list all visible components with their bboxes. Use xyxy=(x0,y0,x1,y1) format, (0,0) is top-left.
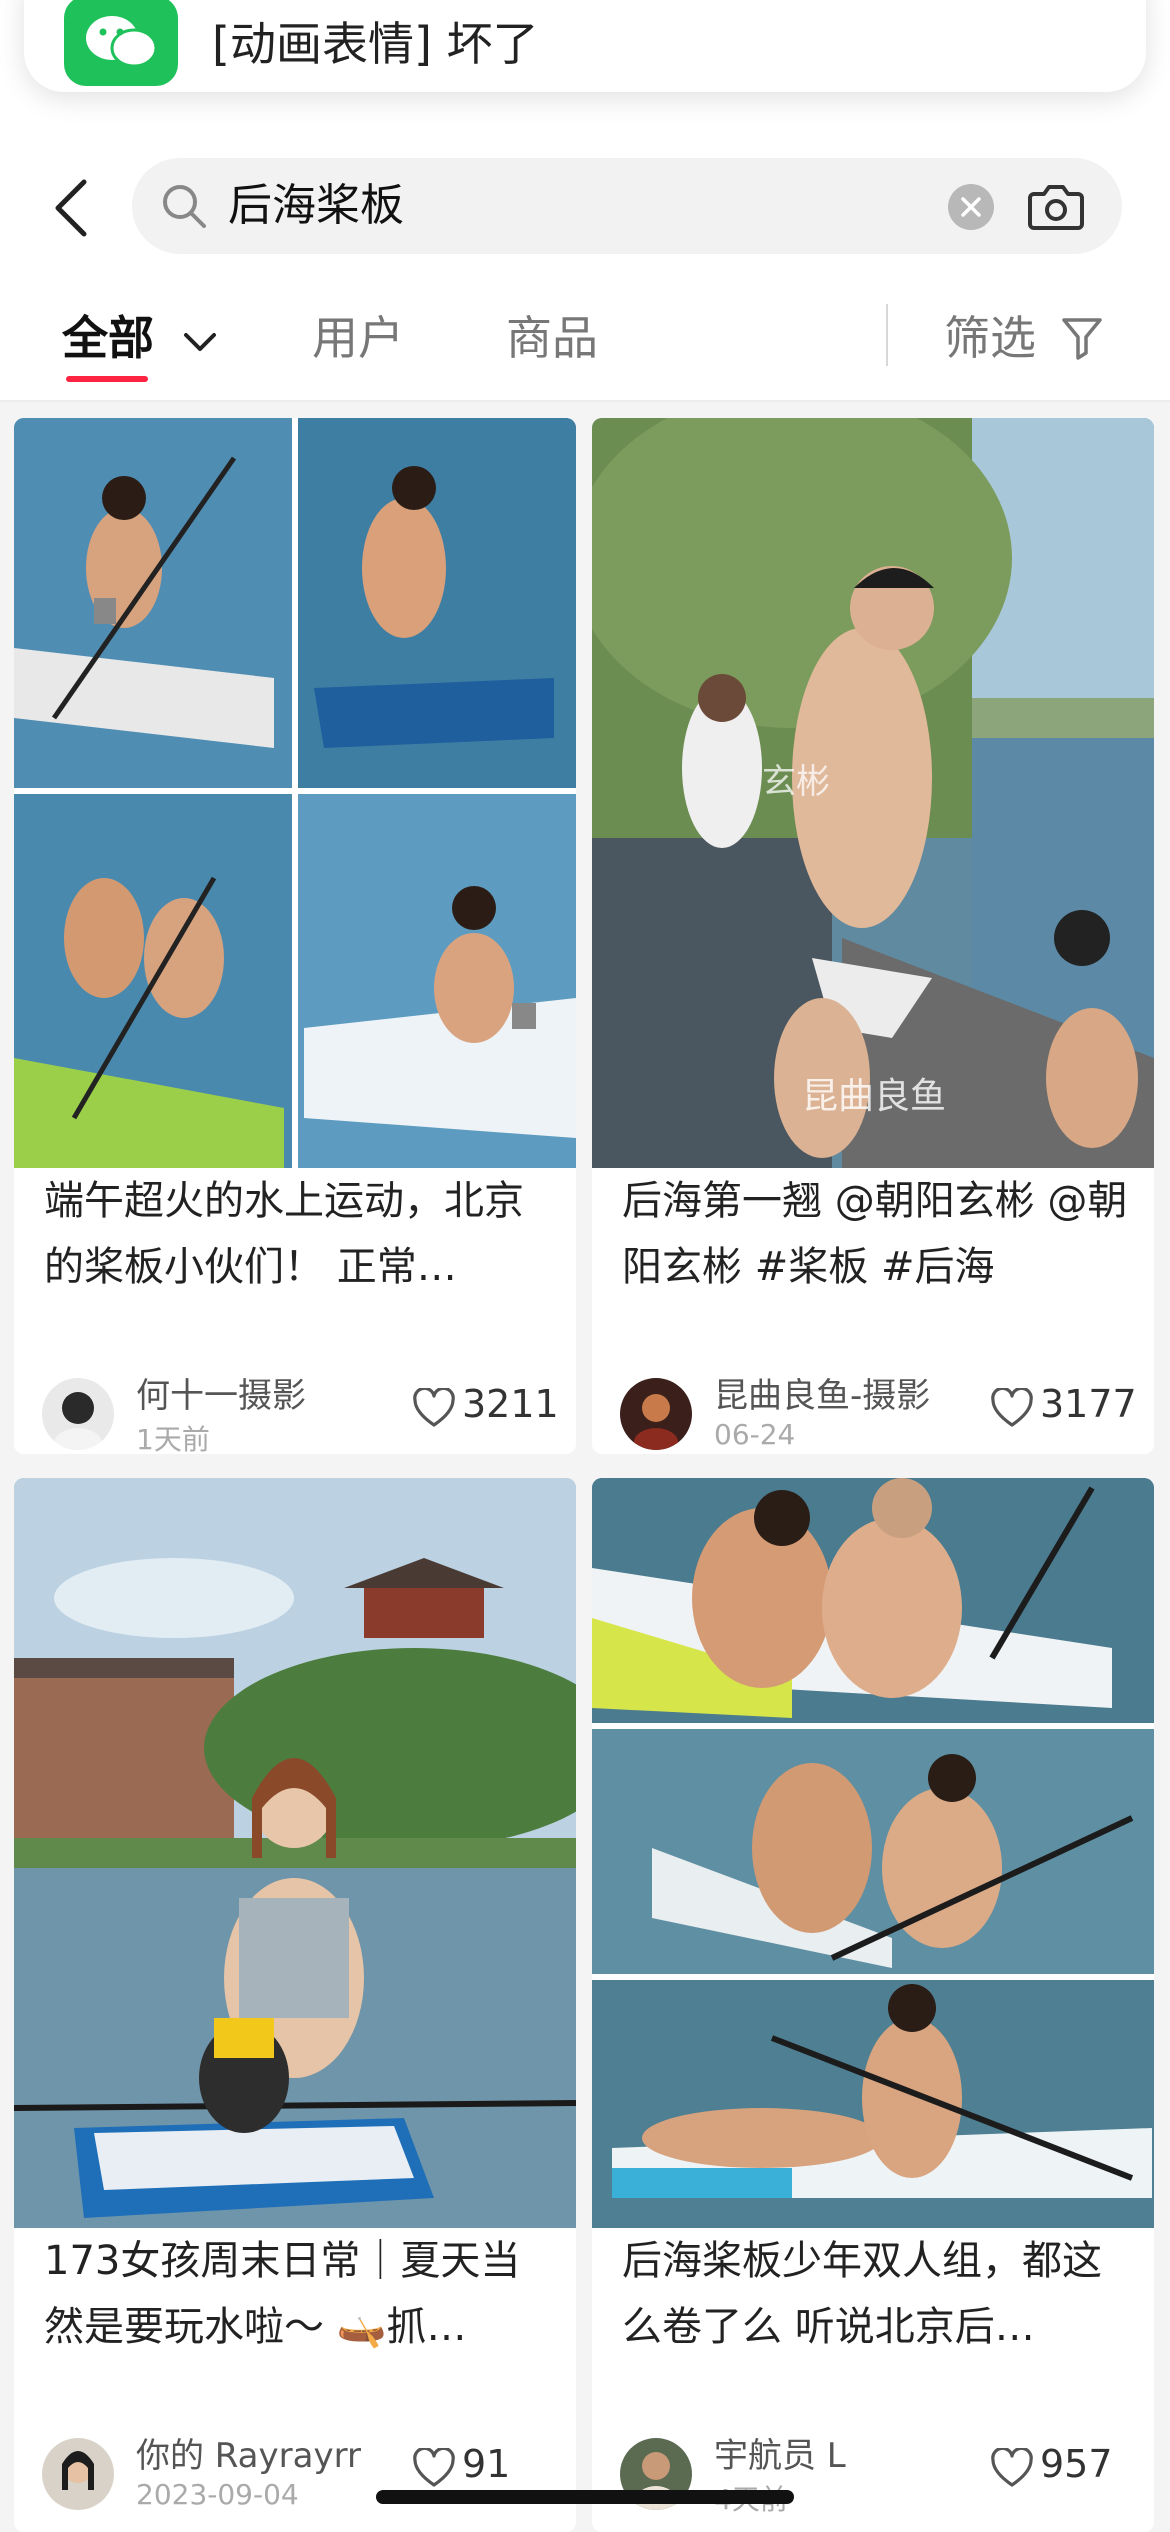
back-button[interactable] xyxy=(46,168,96,248)
post-cover-image[interactable] xyxy=(14,1478,576,2228)
post-title: 端午超火的水上运动，北京的桨板小伙们！ 正常… xyxy=(44,1178,524,1290)
tab-all[interactable]: 全部 xyxy=(62,308,218,368)
clear-button[interactable] xyxy=(948,184,994,230)
like-count: 3211 xyxy=(462,1382,559,1426)
post-author[interactable]: 你的 Rayrayrr xyxy=(136,2428,361,2477)
avatar[interactable] xyxy=(42,2438,114,2510)
notification-banner[interactable]: [动画表情] 坏了 xyxy=(24,0,1146,92)
watermark-text: 玄彬 xyxy=(762,762,830,802)
like-count: 3177 xyxy=(1040,1382,1137,1426)
heart-icon[interactable] xyxy=(412,2448,456,2488)
post-title: 173女孩周末日常｜夏天当然是要玩水啦～ 🛶抓… xyxy=(44,2238,521,2350)
active-tab-indicator xyxy=(66,376,148,382)
wechat-icon xyxy=(64,0,178,86)
search-icon xyxy=(163,185,206,228)
notification-message: [动画表情] 坏了 xyxy=(212,17,539,71)
post-title: 后海桨板少年双人组，都这么卷了么 听说北京后… xyxy=(622,2238,1102,2350)
post-date: 06-24 xyxy=(714,1418,796,1451)
watermark-text: 昆曲良鱼 xyxy=(802,1076,946,1117)
post-card[interactable]: 173女孩周末日常｜夏天当然是要玩水啦～ 🛶抓… 你的 Rayrayrr 202… xyxy=(14,1478,576,2532)
search-tabs: 全部 用户 商品 筛选 xyxy=(0,300,1170,400)
post-author[interactable]: 何十一摄影 xyxy=(136,1368,306,1417)
camera-icon[interactable] xyxy=(1028,180,1084,232)
search-input[interactable]: 后海桨板 xyxy=(132,158,1122,254)
post-cover-image[interactable] xyxy=(14,418,576,1168)
tab-goods[interactable]: 商品 xyxy=(506,308,598,368)
heart-icon[interactable] xyxy=(990,1388,1034,1428)
post-cover-image[interactable] xyxy=(592,1478,1154,2228)
filter-icon[interactable] xyxy=(1060,314,1104,362)
post-date: 2023-09-04 xyxy=(136,2478,299,2511)
chevron-down-icon xyxy=(184,332,217,351)
like-count: 91 xyxy=(462,2442,511,2486)
post-card[interactable]: 端午超火的水上运动，北京的桨板小伙们！ 正常… 何十一摄影 1天前 3211 xyxy=(14,418,576,1454)
post-card[interactable]: 玄彬 昆曲良鱼 后海第一翘 @朝阳玄彬 @朝阳玄彬 #桨板 #后海 昆曲良鱼-摄… xyxy=(592,418,1154,1454)
search-query[interactable]: 后海桨板 xyxy=(228,176,404,236)
filter-button[interactable]: 筛选 xyxy=(944,308,1036,368)
tab-all-label: 全部 xyxy=(62,311,154,365)
post-date: 1天前 xyxy=(136,1423,210,1454)
post-cover-image[interactable]: 玄彬 昆曲良鱼 xyxy=(592,418,1154,1168)
avatar[interactable] xyxy=(620,1378,692,1450)
post-card[interactable]: 后海桨板少年双人组，都这么卷了么 听说北京后… 宇航员 L 4天前 957 xyxy=(592,1478,1154,2532)
heart-icon[interactable] xyxy=(990,2448,1034,2488)
like-count: 957 xyxy=(1040,2442,1113,2486)
heart-icon[interactable] xyxy=(412,1388,456,1428)
header-divider xyxy=(0,400,1170,402)
clear-icon xyxy=(961,197,981,217)
home-indicator[interactable] xyxy=(376,2490,794,2504)
avatar[interactable] xyxy=(42,1378,114,1450)
tab-divider xyxy=(886,304,888,366)
post-author[interactable]: 昆曲良鱼-摄影 xyxy=(714,1368,930,1417)
post-author[interactable]: 宇航员 L xyxy=(714,2428,846,2477)
chevron-left-icon xyxy=(55,179,87,237)
tab-users[interactable]: 用户 xyxy=(312,308,404,368)
post-title: 后海第一翘 @朝阳玄彬 @朝阳玄彬 #桨板 #后海 xyxy=(622,1178,1128,1290)
